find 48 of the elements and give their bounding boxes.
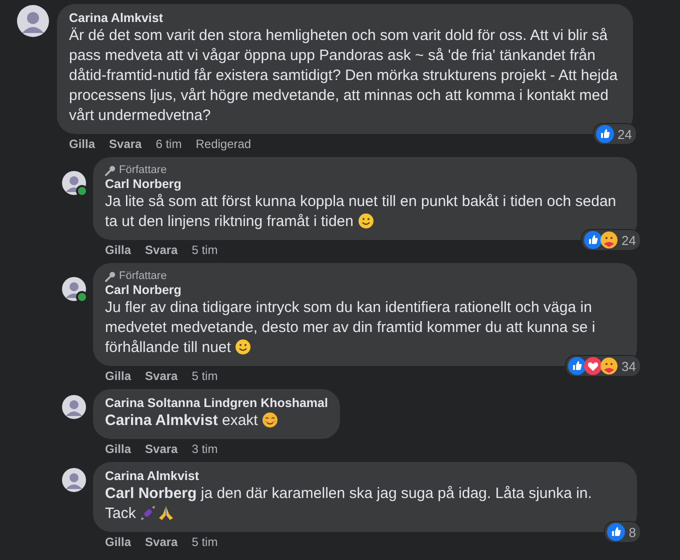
author-name[interactable]: Carina Almkvist <box>69 11 621 25</box>
avatar-icon[interactable] <box>62 395 86 419</box>
microphone-icon <box>105 270 116 282</box>
reaction-count[interactable]: 34 <box>564 355 641 377</box>
microphone-icon <box>105 164 116 176</box>
hugging-face-icon <box>600 357 618 375</box>
action-link[interactable]: Svara <box>145 442 178 456</box>
timestamp[interactable]: 5 tim <box>192 535 218 549</box>
edited-label: Redigerad <box>196 137 252 151</box>
blush-emoji-icon <box>262 412 278 428</box>
smile-emoji-icon <box>235 339 252 355</box>
comment-text: Ja lite så som att först kunna koppla nuet till en punkt bakåt i tiden och sedan ta ut den linjens riktning framåt i tiden <box>105 192 618 232</box>
comment-text: Carl Norberg ja den där karamellen ska jag suga på idag. Låta sjunka in. Tack <box>105 484 593 524</box>
action-link[interactable]: Gilla <box>105 243 132 257</box>
author-label: Författare <box>119 270 167 282</box>
timestamp[interactable]: 6 tim <box>156 137 182 151</box>
action-link[interactable]: Gilla <box>105 442 132 456</box>
action-link[interactable]: Svara <box>145 243 178 257</box>
comment-text: Är dé det som varit den stora hemligheten och som varit dold för oss. Att vi blir så pass medveta att vi vågar öppna upp Pandoras ask ~ så 'de fria' tänkandet från dåtid-framtid-nutid får existera samtidigt? Den mörka strukturens projekt - Att hejda processens ljus, vårt högre medvetande, att minnas och att komma i kontakt med vårt undermedvetna? <box>69 26 619 126</box>
action-link[interactable]: Svara <box>145 369 178 383</box>
reaction-count[interactable]: 24 <box>592 123 637 145</box>
smile-emoji-icon <box>358 213 374 229</box>
reaction-count[interactable]: 24 <box>580 229 641 251</box>
action-link[interactable]: Gilla <box>105 369 132 383</box>
action-link[interactable]: Svara <box>109 137 142 151</box>
thumbs-up-icon <box>606 523 625 541</box>
comment-text: Ju fler av dina tidigare intryck som du kan identifiera rationellt och väga in medvetet medvetande, desto mer av din framtid kommer du att kunna se i förhållande till nuet <box>105 298 596 358</box>
action-link[interactable]: Svara <box>145 535 178 549</box>
action-link[interactable]: Gilla <box>105 535 132 549</box>
reaction-count[interactable]: 8 <box>604 521 641 543</box>
timestamp[interactable]: 5 tim <box>192 243 218 257</box>
author-label: Författare <box>119 164 167 176</box>
avatar-icon[interactable] <box>62 468 86 492</box>
thumbs-up-icon <box>596 125 614 143</box>
candy-emoji-icon <box>140 505 156 521</box>
thumbs-up-icon <box>568 357 586 375</box>
hugging-face-icon <box>600 231 618 249</box>
author-name[interactable]: Carina Soltanna Lindgren Khoshamal <box>105 396 328 410</box>
comment-text: Carina Almkvist exakt <box>105 411 328 431</box>
author-name[interactable]: Carina Almkvist <box>105 469 625 483</box>
thumbs-up-icon <box>584 231 602 249</box>
praying-hands-emoji-icon <box>158 505 174 521</box>
timestamp[interactable]: 5 tim <box>192 369 218 383</box>
avatar-icon[interactable] <box>17 5 49 37</box>
author-name[interactable]: Carl Norberg <box>105 177 625 191</box>
timestamp[interactable]: 3 tim <box>192 442 218 456</box>
author-name[interactable]: Carl Norberg <box>105 283 625 297</box>
action-link[interactable]: Gilla <box>69 137 96 151</box>
